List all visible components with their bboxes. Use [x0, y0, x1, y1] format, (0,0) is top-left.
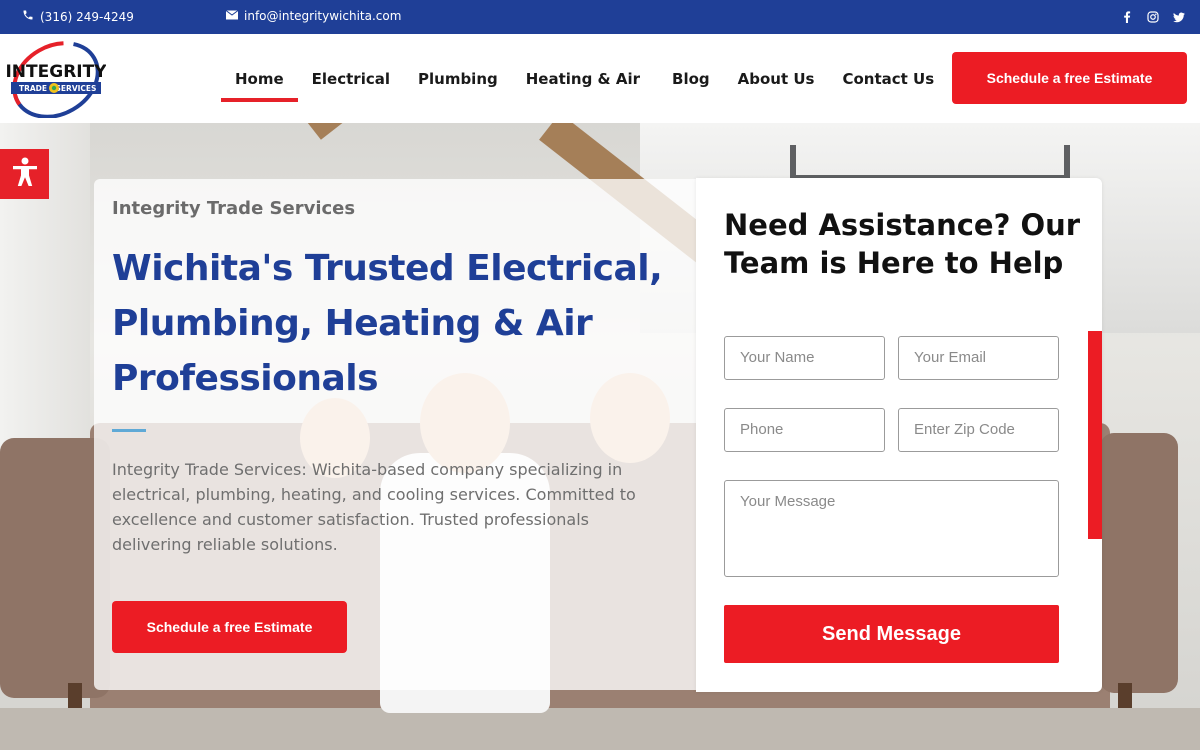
nav-item-heating-air[interactable]: Heating & Air [512, 34, 658, 123]
email-address: info@integritywichita.com [244, 9, 402, 23]
email-field[interactable]: Your Email [898, 336, 1059, 380]
nav-item-plumbing[interactable]: Plumbing [404, 34, 512, 123]
nav-item-home[interactable]: Home [221, 34, 298, 123]
accessibility-button[interactable] [0, 149, 49, 199]
phone-number: (316) 249-4249 [40, 9, 134, 24]
accessibility-icon [11, 157, 39, 192]
nav-item-about-us[interactable]: About Us [724, 34, 829, 123]
top-bar: (316) 249-4249 info@integritywichita.com [0, 0, 1200, 34]
name-field[interactable]: Your Name [724, 336, 885, 380]
facebook-icon[interactable] [1118, 8, 1136, 26]
contact-form-card: Need Assistance? Our Team is Here to Hel… [696, 178, 1102, 692]
main-nav: Home Electrical Plumbing Heating & Air B… [221, 34, 948, 123]
email-link[interactable]: info@integritywichita.com [225, 9, 402, 23]
phone-field[interactable]: Phone [724, 408, 885, 452]
background-shelf [790, 145, 1070, 181]
hero-eyebrow: Integrity Trade Services [112, 198, 356, 219]
hero-description: Integrity Trade Services: Wichita-based … [112, 460, 636, 554]
logo-wordmark: INTEGRITY [6, 62, 106, 82]
envelope-icon [225, 9, 239, 23]
zip-code-field[interactable]: Enter Zip Code [898, 408, 1059, 452]
nav-item-electrical[interactable]: Electrical [298, 34, 404, 123]
instagram-icon[interactable] [1144, 8, 1162, 26]
message-textarea[interactable]: Your Message [724, 480, 1059, 577]
form-title: Need Assistance? Our Team is Here to Hel… [724, 208, 1081, 280]
site-header: INTEGRITY TRADE SERVICES Home Electrical… [0, 34, 1200, 123]
logo-word-trade: TRADE [19, 84, 47, 93]
nav-item-contact-us[interactable]: Contact Us [828, 34, 948, 123]
phone-link[interactable]: (316) 249-4249 [22, 9, 134, 24]
background-floor [0, 708, 1200, 750]
hero-headline: Wichita's Trusted Electrical, Plumbing, … [112, 248, 663, 399]
sofa-arm-right [1100, 433, 1178, 693]
send-message-button[interactable]: Send Message [724, 605, 1059, 663]
hero-panel: Integrity Trade Services Wichita's Trust… [94, 179, 696, 690]
side-tab[interactable] [1088, 331, 1102, 539]
twitter-icon[interactable] [1170, 8, 1188, 26]
company-logo[interactable]: INTEGRITY TRADE SERVICES [5, 40, 107, 119]
schedule-estimate-button[interactable]: Schedule a free Estimate [952, 52, 1187, 104]
phone-icon [22, 9, 34, 24]
nav-item-blog[interactable]: Blog [658, 34, 724, 123]
hero-schedule-estimate-button[interactable]: Schedule a free Estimate [112, 601, 347, 653]
headline-divider [112, 429, 146, 432]
roof-shape-left [300, 123, 503, 140]
hero-section: Integrity Trade Services Wichita's Trust… [0, 123, 1200, 750]
social-links [1118, 8, 1188, 26]
logo-word-services: SERVICES [56, 84, 97, 93]
